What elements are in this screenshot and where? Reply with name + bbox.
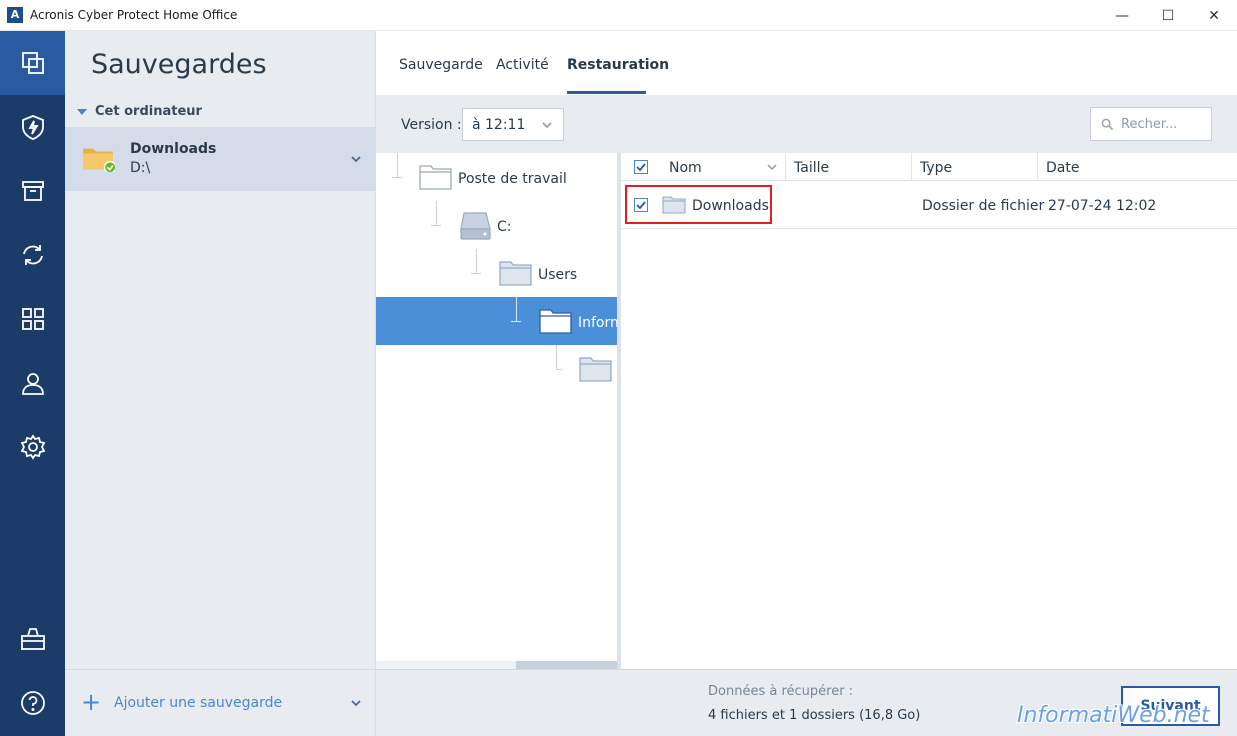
main-area: Sauvegarde Activité Restauration Version… [376,31,1237,736]
backups-panel: Sauvegardes Cet ordinateur Downloads D:\… [65,31,376,736]
group-label: Cet ordinateur [95,104,202,119]
tree-label: Poste de travail [458,171,567,187]
group-header-this-computer[interactable]: Cet ordinateur [77,104,202,119]
close-button[interactable]: ✕ [1191,0,1237,31]
column-divider [1037,153,1038,181]
select-all-checkbox[interactable] [634,160,648,174]
chevron-down-icon [542,122,552,129]
row-date: 27-07-24 12:02 [1048,198,1157,214]
tab-activity[interactable]: Activité [496,57,549,73]
tree-node-drive-c[interactable]: C: [376,201,617,249]
search-icon [1101,118,1114,131]
column-divider [785,153,786,181]
nav-store[interactable] [0,607,65,671]
sort-chevron-icon[interactable] [766,161,778,173]
column-divider [911,153,912,181]
version-label: Version : [401,117,462,133]
version-value: à 12:11 [472,117,526,133]
tab-backup[interactable]: Sauvegarde [399,57,483,73]
folder-icon [499,261,532,286]
column-size[interactable]: Taille [794,160,829,176]
shopping-bag-icon [20,628,45,650]
tree-node-downloads[interactable] [376,345,617,393]
column-date[interactable]: Date [1046,160,1079,176]
folder-check-icon [83,148,115,172]
nav-tools[interactable] [0,287,65,351]
backup-item-downloads[interactable]: Downloads D:\ [65,127,375,191]
chevron-down-icon[interactable] [350,697,362,709]
folder-outline-icon [419,165,452,190]
data-to-recover-label: Données à récupérer : [708,684,854,699]
grid-icon [21,308,44,330]
file-list: Nom Taille Type Date Downloads Dossier d… [621,153,1237,669]
checkmark-icon [636,163,646,172]
column-name[interactable]: Nom [669,160,702,176]
checkmark-icon [636,201,646,210]
gear-icon [20,434,45,460]
page-title: Sauvegardes [91,49,267,80]
tree-node-users[interactable]: Users [376,249,617,297]
plus-icon: + [81,688,102,716]
watermark-logo: InformatiWeb.net [1017,703,1210,728]
archive-box-icon [21,181,44,201]
recovery-toolbar: Version : à 12:11 [376,95,1237,153]
folder-icon [579,357,612,382]
tree-connector [516,297,517,321]
tree-node-selected[interactable]: Inform [376,297,617,345]
table-row[interactable]: Downloads Dossier de fichier 27-07-24 12… [621,181,1237,229]
folder-outline-icon [539,309,572,334]
nav-sync[interactable] [0,223,65,287]
minimize-button[interactable]: — [1099,0,1145,31]
user-icon [21,373,44,395]
tree-node-workstation[interactable]: Poste de travail [376,153,617,201]
tree-label: Users [538,267,578,283]
copy-icon [21,52,44,74]
tree-connector [511,321,521,322]
nav-rail [0,31,65,736]
title-bar: A Acronis Cyber Protect Home Office — ☐ … [0,0,1237,31]
folder-icon [662,196,686,214]
version-select[interactable]: à 12:11 [462,108,564,141]
data-to-recover-value: 4 fichiers et 1 dossiers (16,8 Go) [708,708,921,723]
tab-bar: Sauvegarde Activité Restauration [376,31,1237,95]
tree-label: Inform [578,315,617,331]
row-checkbox[interactable] [634,198,648,212]
column-type[interactable]: Type [920,160,952,176]
backup-name: Downloads [130,141,217,157]
tree-horizontal-scrollbar[interactable] [376,661,617,669]
search-box[interactable] [1090,107,1212,141]
sync-arrows-icon [22,245,43,265]
shield-bolt-icon [21,115,44,140]
acronis-logo-icon: A [7,7,23,23]
chevron-down-icon[interactable] [350,153,362,165]
active-tab-indicator [567,91,646,94]
scrollbar-thumb[interactable] [516,661,617,669]
nav-archive[interactable] [0,159,65,223]
file-list-header: Nom Taille Type Date [621,153,1237,181]
caret-down-icon [77,108,87,115]
window-title: Acronis Cyber Protect Home Office [30,8,238,22]
nav-help[interactable] [0,671,65,735]
hard-drive-icon [460,212,491,240]
help-circle-icon [20,691,45,715]
nav-backups[interactable] [0,31,65,95]
folder-tree: Poste de travail C: Users Inform [376,153,617,669]
add-backup-label: Ajouter une sauvegarde [114,695,283,711]
nav-protection[interactable] [0,95,65,159]
row-type: Dossier de fichier [922,198,1045,214]
add-backup-button[interactable]: + Ajouter une sauvegarde [65,669,375,736]
tab-recovery[interactable]: Restauration [567,57,669,73]
nav-account[interactable] [0,351,65,415]
tree-label: C: [497,219,512,235]
search-input[interactable] [1121,115,1207,133]
row-name: Downloads [692,198,769,214]
nav-settings[interactable] [0,415,65,479]
backup-path: D:\ [130,160,151,176]
maximize-button[interactable]: ☐ [1145,0,1191,31]
